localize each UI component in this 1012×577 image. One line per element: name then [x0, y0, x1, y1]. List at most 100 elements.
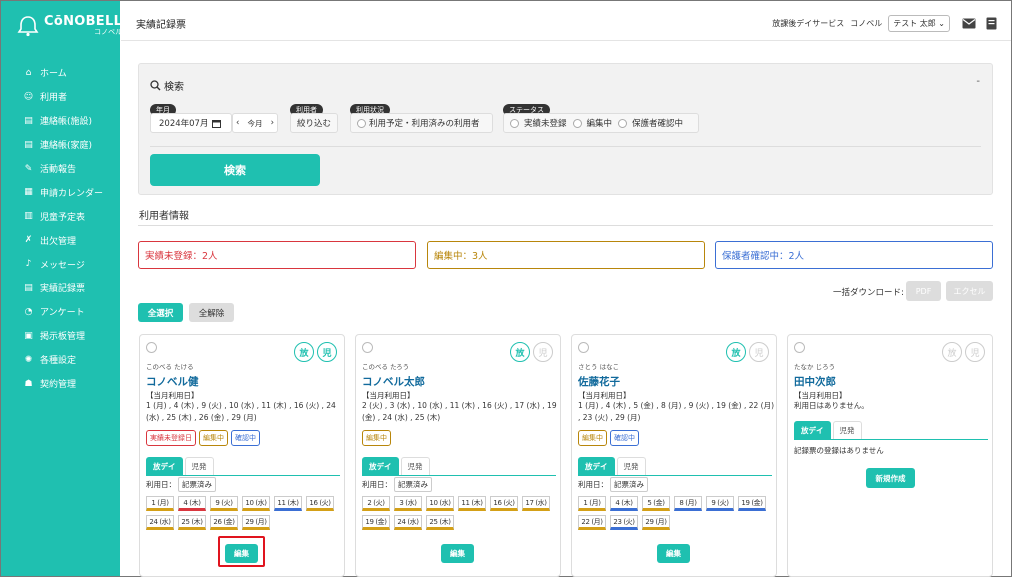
date-chip[interactable]: 11 (木)	[274, 496, 302, 511]
section-divider	[138, 225, 993, 226]
tab-houday[interactable]: 放デイ	[362, 457, 399, 475]
date-chip[interactable]: 10 (水)	[426, 496, 454, 511]
this-month-button[interactable]: 今月	[248, 118, 263, 129]
deselect-all-button[interactable]: 全解除	[189, 303, 234, 322]
date-chip[interactable]: 4 (木)	[178, 496, 206, 511]
date-chip[interactable]: 24 (水)	[146, 515, 174, 530]
date-chip[interactable]: 16 (火)	[306, 496, 334, 511]
date-chip[interactable]: 5 (金)	[642, 496, 670, 511]
service-badge-ji[interactable]: 児	[317, 342, 337, 362]
sidebar-item-contracts[interactable]: ☗ 契約管理	[1, 372, 120, 396]
radio-icon[interactable]	[572, 118, 582, 128]
tab-houday[interactable]: 放デイ	[146, 457, 183, 475]
tab-houday[interactable]: 放デイ	[794, 421, 831, 439]
mail-icon[interactable]	[962, 18, 976, 29]
service-badge-ji[interactable]: 児	[965, 342, 985, 362]
collapse-button[interactable]: -	[976, 76, 980, 87]
user-name-link[interactable]: コノベル健	[146, 374, 199, 389]
date-chip[interactable]: 3 (水)	[394, 496, 422, 511]
user-name-link[interactable]: コノベル太郎	[362, 374, 425, 389]
date-chip[interactable]: 10 (水)	[242, 496, 270, 511]
service-badge-ji[interactable]: 児	[749, 342, 769, 362]
sidebar-item-records[interactable]: ▤ 実績記録票	[1, 276, 120, 300]
summary-unregistered[interactable]: 実績未登録：2人	[138, 241, 416, 269]
date-chip[interactable]: 4 (木)	[610, 496, 638, 511]
date-chip[interactable]: 9 (火)	[706, 496, 734, 511]
sidebar-item-activity-report[interactable]: ✎ 活動報告	[1, 157, 120, 181]
search-panel: 検索 - 年月 2024年07月 ‹ 今月 › 利用者 絞り込む 利用状況 利用…	[138, 63, 993, 195]
sidebar-item-attendance[interactable]: ✗ 出欠管理	[1, 228, 120, 252]
sidebar-item-messages[interactable]: ♪ メッセージ	[1, 252, 120, 276]
date-chip[interactable]: 9 (火)	[210, 496, 238, 511]
date-chip[interactable]: 23 (火)	[610, 515, 638, 530]
status-option-unregistered[interactable]: 実績未登録	[524, 117, 567, 129]
date-chip[interactable]: 29 (月)	[242, 515, 270, 530]
date-chip[interactable]: 24 (水)	[394, 515, 422, 530]
sidebar-item-users[interactable]: ☺ 利用者	[1, 85, 120, 109]
date-chip[interactable]: 1 (月)	[146, 496, 174, 511]
date-chip[interactable]: 1 (月)	[578, 496, 606, 511]
date-chip[interactable]: 16 (火)	[490, 496, 518, 511]
usage-days: 利用日はありません。	[794, 401, 869, 410]
date-chip[interactable]: 19 (金)	[738, 496, 766, 511]
sidebar-item-label: 児童予定表	[40, 212, 86, 223]
date-chip[interactable]: 17 (水)	[522, 496, 550, 511]
sidebar-item-survey[interactable]: ◔ アンケート	[1, 300, 120, 324]
user-name-link[interactable]: 佐藤花子	[578, 374, 620, 389]
sidebar-item-child-schedule[interactable]: ▥ 児童予定表	[1, 204, 120, 228]
user-dropdown[interactable]: テスト 太郎 ⌄	[888, 15, 950, 32]
search-submit-button[interactable]: 検索	[150, 154, 320, 186]
filter-users-button[interactable]: 絞り込む	[290, 113, 338, 133]
sidebar-item-home[interactable]: ⌂ ホーム	[1, 61, 120, 85]
sidebar-item-notebook-home[interactable]: ▤ 連絡帳(家庭)	[1, 133, 120, 157]
status-option-editing[interactable]: 編集中	[587, 117, 613, 129]
date-chip[interactable]: 11 (木)	[458, 496, 486, 511]
edit-button[interactable]: 編集	[657, 544, 690, 563]
edit-button[interactable]: 編集	[441, 544, 474, 563]
summary-editing[interactable]: 編集中：3人	[427, 241, 705, 269]
date-chip[interactable]: 25 (木)	[178, 515, 206, 530]
tab-jihatsu[interactable]: 児発	[832, 421, 862, 439]
sidebar-item-notebook-facility[interactable]: ▤ 連絡帳(施設)	[1, 109, 120, 133]
service-badge-hou[interactable]: 放	[294, 342, 314, 362]
sidebar-item-request-calendar[interactable]: ▦ 申請カレンダー	[1, 180, 120, 204]
date-chip[interactable]: 22 (月)	[578, 515, 606, 530]
service-badge-hou[interactable]: 放	[726, 342, 746, 362]
date-chip[interactable]: 26 (金)	[210, 515, 238, 530]
service-badge-hou[interactable]: 放	[942, 342, 962, 362]
card-checkbox[interactable]	[146, 342, 157, 353]
date-chip[interactable]: 29 (月)	[642, 515, 670, 530]
summary-guardian-check[interactable]: 保護者確認中：2人	[715, 241, 993, 269]
date-chip[interactable]: 8 (月)	[674, 496, 702, 511]
radio-icon[interactable]	[618, 118, 628, 128]
prev-month-icon[interactable]: ‹	[236, 118, 239, 128]
sidebar-item-settings[interactable]: ✺ 各種設定	[1, 348, 120, 372]
card-checkbox[interactable]	[794, 342, 805, 353]
app-logo[interactable]: CōNOBELL コノベル	[17, 13, 122, 39]
manual-book-icon[interactable]	[986, 17, 997, 30]
notebook-icon: ▤	[24, 139, 33, 150]
service-badge-ji[interactable]: 児	[533, 342, 553, 362]
card-checkbox[interactable]	[578, 342, 589, 353]
sidebar-item-board[interactable]: ▣ 掲示板管理	[1, 324, 120, 348]
download-excel-button[interactable]: エクセル	[946, 281, 993, 301]
status-option-guardian-check[interactable]: 保護者確認中	[632, 117, 683, 129]
next-month-icon[interactable]: ›	[271, 118, 274, 128]
service-badge-hou[interactable]: 放	[510, 342, 530, 362]
tab-houday[interactable]: 放デイ	[578, 457, 615, 475]
new-record-button[interactable]: 新規作成	[866, 468, 915, 488]
date-chip[interactable]: 19 (金)	[362, 515, 390, 530]
card-checkbox[interactable]	[362, 342, 373, 353]
date-chip[interactable]: 2 (火)	[362, 496, 390, 511]
user-name-link[interactable]: 田中次郎	[794, 374, 836, 389]
tab-jihatsu[interactable]: 児発	[400, 457, 430, 475]
download-pdf-button[interactable]: PDF	[906, 281, 941, 301]
month-input[interactable]: 2024年07月	[150, 113, 232, 133]
usage-status-row: 利用日： 記票済み	[578, 477, 648, 492]
date-chip[interactable]: 25 (木)	[426, 515, 454, 530]
usage-radio[interactable]: 利用予定・利用済みの利用者	[350, 113, 493, 133]
select-all-button[interactable]: 全選択	[138, 303, 183, 322]
tab-jihatsu[interactable]: 児発	[616, 457, 646, 475]
tab-jihatsu[interactable]: 児発	[184, 457, 214, 475]
radio-icon[interactable]	[510, 118, 519, 128]
